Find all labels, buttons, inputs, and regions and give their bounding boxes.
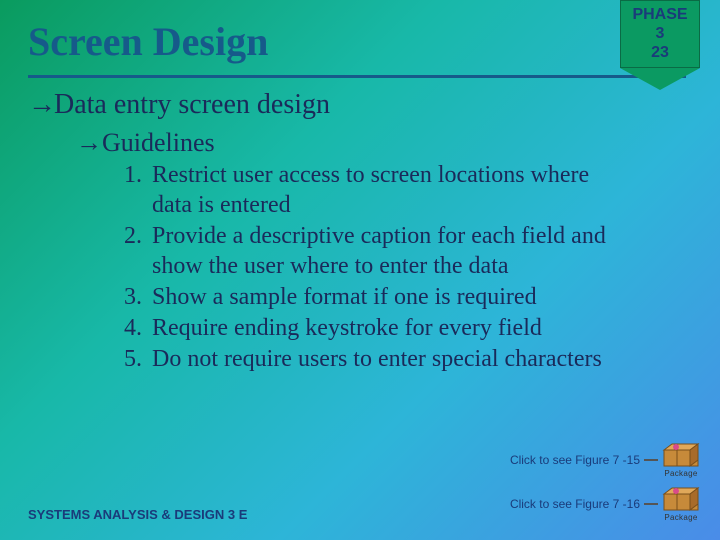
list-item: 4.Require ending keystroke for every fie… [124, 313, 692, 343]
footer-text: SYSTEMS ANALYSIS & DESIGN 3 E [28, 507, 247, 522]
arrow-icon: → [28, 88, 54, 120]
package-icon: Package [662, 486, 700, 522]
figure-link-7-16[interactable]: Click to see Figure 7 -16 Package [510, 486, 700, 522]
list-item: 2.Provide a descriptive caption for each… [124, 221, 692, 281]
list-item: 5.Do not require users to enter special … [124, 344, 692, 374]
list-item: 1.Restrict user access to screen locatio… [124, 160, 692, 220]
bullet-level1: →Data entry screen design [28, 88, 692, 121]
bullet-level2: →Guidelines [28, 127, 692, 158]
bullet-level2-text: Guidelines [102, 128, 215, 157]
bullet-level1-text: Data entry screen design [54, 89, 330, 120]
package-icon: Package [662, 442, 700, 478]
connector-line [644, 459, 658, 461]
figure-link-label: Click to see Figure 7 -16 [510, 497, 640, 511]
guidelines-list: 1.Restrict user access to screen locatio… [28, 160, 692, 374]
connector-line [644, 503, 658, 505]
list-item: 3.Show a sample format if one is require… [124, 282, 692, 312]
phase-label: PHASE 3 [627, 5, 693, 43]
title-rule [28, 75, 686, 78]
arrow-icon: → [76, 127, 102, 158]
figure-link-7-15[interactable]: Click to see Figure 7 -15 Package [510, 442, 700, 478]
figure-link-label: Click to see Figure 7 -15 [510, 453, 640, 467]
slide-number: 23 [627, 43, 693, 62]
page-title: Screen Design [0, 0, 720, 71]
phase-indicator: PHASE 3 23 [620, 0, 700, 90]
phase-arrow-tip [620, 68, 700, 90]
